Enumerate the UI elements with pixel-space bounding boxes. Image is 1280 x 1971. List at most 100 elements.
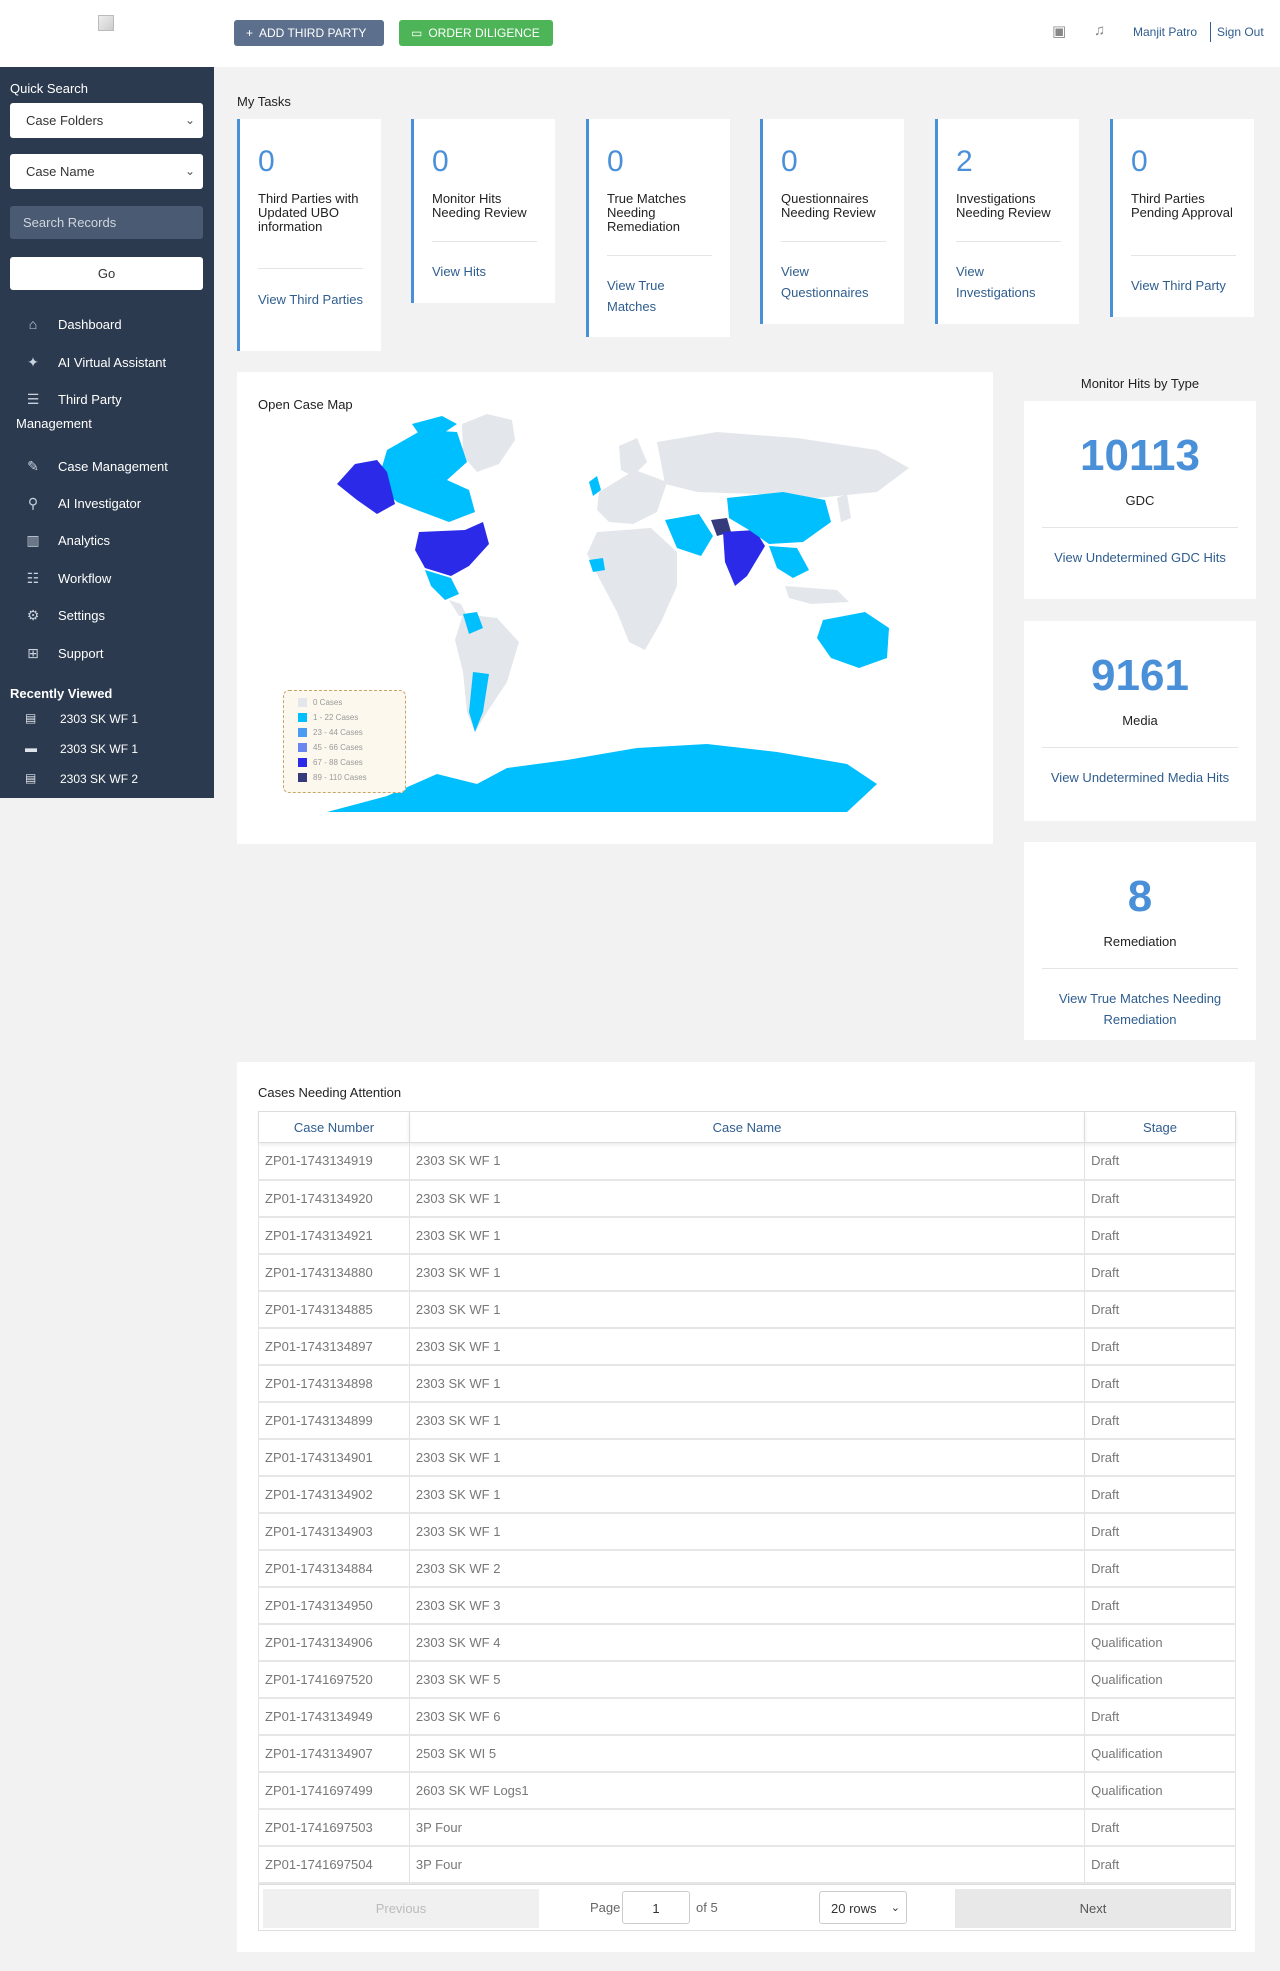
task-link[interactable]: View Hits [432,261,542,282]
case-name-cell: 2303 SK WF 1 [408,1290,1086,1329]
legend-swatch [298,758,307,768]
user-name-link[interactable]: Manjit Patro [1133,25,1197,39]
map-region-usa [415,522,489,576]
case-folders-select[interactable]: Case Folders ⌄ [10,103,203,138]
divider [1042,747,1238,748]
cases-table-body: ZP01-1743134919 2303 SK WF 1 Draft ZP01-174… [258,1142,1236,1884]
monitor-hits-link[interactable]: View Undetermined Media Hits [1042,767,1238,788]
inbox-icon[interactable]: ▣ [1052,22,1066,40]
table-row[interactable]: ZP01-1743134884 2303 SK WF 2 Draft [258,1549,1236,1588]
nav-analytics[interactable]: ▥ Analytics [0,526,214,556]
nav-workflow[interactable]: ☷ Workflow [0,564,214,594]
table-row[interactable]: ZP01-1743134902 2303 SK WF 1 Draft [258,1475,1236,1514]
go-button[interactable]: Go [10,257,203,290]
task-label: Third Parties with Updated UBO informati… [258,191,359,234]
stage-cell: Qualification [1084,1771,1236,1810]
monitor-hits-link[interactable]: View Undetermined GDC Hits [1042,547,1238,568]
map-region-south-america [455,614,519,732]
table-row[interactable]: ZP01-1741697520 2303 SK WF 5 Qualification [258,1660,1236,1699]
add-third-party-button[interactable]: + ADD THIRD PARTY [234,20,384,46]
table-row[interactable]: ZP01-1741697499 2603 SK WF Logs1 Qualifica… [258,1771,1236,1810]
task-card-monitor-hits: 0 Monitor Hits Needing Review View Hits [411,119,555,303]
bell-icon[interactable]: ♫ [1094,22,1105,39]
table-row[interactable]: ZP01-1743134885 2303 SK WF 1 Draft [258,1290,1236,1329]
case-number-cell: ZP01-1743134950 [258,1586,410,1625]
monitor-hits-type: Media [1122,713,1158,728]
task-count: 0 [781,145,798,178]
table-row[interactable]: ZP01-1743134907 2503 SK WI 5 Qualification [258,1734,1236,1773]
support-icon: ⊞ [27,645,39,661]
table-row[interactable]: ZP01-1743134903 2303 SK WF 1 Draft [258,1512,1236,1551]
case-number-cell: ZP01-1743134906 [258,1623,410,1662]
chevron-down-icon: ⌄ [184,164,195,178]
page-label: Page [590,1900,621,1915]
case-name-cell: 2303 SK WF 6 [408,1697,1086,1736]
task-link[interactable]: View Investigations [956,261,1066,303]
map-region-scandinavia [619,438,647,476]
nav-ai-virtual-assistant[interactable]: ✦ AI Virtual Assistant [0,348,214,378]
stage-cell: Draft [1084,1142,1236,1181]
table-row[interactable]: ZP01-1743134901 2303 SK WF 1 Draft [258,1438,1236,1477]
nav-ai-investigator[interactable]: ⚲ AI Investigator [0,489,214,519]
recently-viewed-item[interactable]: ▬ 2303 SK WF 1 [0,737,214,761]
table-row[interactable]: ZP01-1743134897 2303 SK WF 1 Draft [258,1327,1236,1366]
nav-third-party-management[interactable]: Management [0,409,214,439]
table-row[interactable]: ZP01-1743134949 2303 SK WF 6 Draft [258,1697,1236,1736]
legend-label: 1 - 22 Cases [313,713,359,722]
map-region-russia [657,432,909,498]
plus-icon: + [246,26,254,40]
chevron-down-icon: ⌄ [184,113,195,127]
table-row[interactable]: ZP01-1743134898 2303 SK WF 1 Draft [258,1364,1236,1403]
map-region-se-asia [769,546,809,578]
table-row[interactable]: ZP01-1743134920 2303 SK WF 1 Draft [258,1179,1236,1218]
cases-title: Cases Needing Attention [258,1085,402,1100]
legend-swatch [298,713,307,723]
rows-per-page-select[interactable]: 20 rows ⌄ [819,1891,907,1924]
table-row[interactable]: ZP01-1743134899 2303 SK WF 1 Draft [258,1401,1236,1440]
column-header-case-name[interactable]: Case Name [408,1111,1086,1143]
case-name-cell: 2303 SK WF 1 [408,1216,1086,1255]
task-label: Investigations Needing Review [956,191,1051,220]
case-name-select[interactable]: Case Name ⌄ [10,154,203,189]
table-row[interactable]: ZP01-1743134919 2303 SK WF 1 Draft [258,1142,1236,1181]
table-row[interactable]: ZP01-1741697504 3P Four Draft [258,1845,1236,1884]
sparkle-icon: ✦ [27,354,39,370]
nav-case-management[interactable]: ✎ Case Management [0,452,214,482]
recently-viewed-item[interactable]: ▤ 2303 SK WF 1 [0,707,214,731]
task-link[interactable]: View Third Party [1131,275,1241,296]
nav-support[interactable]: ⊞ Support [0,639,214,669]
table-row[interactable]: ZP01-1741697503 3P Four Draft [258,1808,1236,1847]
page-input[interactable]: 1 [622,1891,690,1924]
recently-viewed-item[interactable]: ▤ 2303 SK WF 2 [0,767,214,791]
table-row[interactable]: ZP01-1743134906 2303 SK WF 4 Qualification [258,1623,1236,1662]
order-diligence-button[interactable]: ▭ ORDER DILIGENCE [399,20,553,46]
search-records-input[interactable]: Search Records [10,206,203,239]
case-name-cell: 2303 SK WF 1 [408,1142,1086,1181]
sign-out-link[interactable]: Sign Out [1217,25,1264,39]
case-name-cell: 2303 SK WF 1 [408,1364,1086,1403]
divider [956,241,1061,242]
stage-cell: Draft [1084,1845,1236,1884]
previous-button[interactable]: Previous [263,1889,539,1928]
map-region-africa [587,528,677,650]
monitor-hits-link[interactable]: View True Matches Needing Remediation [1042,988,1238,1030]
nav-settings[interactable]: ⚙ Settings [0,601,214,631]
task-link[interactable]: View Questionnaires [781,261,891,303]
task-label: Third Parties Pending Approval [1131,191,1233,220]
stage-cell: Draft [1084,1549,1236,1588]
task-link[interactable]: View True Matches [607,275,717,317]
column-header-case-number[interactable]: Case Number [258,1111,410,1143]
id-card-icon: ▤ [25,771,37,785]
case-number-cell: ZP01-1743134949 [258,1697,410,1736]
case-number-cell: ZP01-1743134920 [258,1179,410,1218]
table-row[interactable]: ZP01-1743134880 2303 SK WF 1 Draft [258,1253,1236,1292]
next-button[interactable]: Next [955,1889,1231,1928]
table-row[interactable]: ZP01-1743134921 2303 SK WF 1 Draft [258,1216,1236,1255]
table-row[interactable]: ZP01-1743134950 2303 SK WF 3 Draft [258,1586,1236,1625]
task-link[interactable]: View Third Parties [258,289,368,310]
column-header-stage[interactable]: Stage [1084,1111,1236,1143]
logo-area [0,0,214,67]
case-name-cell: 2303 SK WF 1 [408,1253,1086,1292]
nav-dashboard[interactable]: ⌂ Dashboard [0,310,214,340]
nav-label: Case Management [58,459,168,474]
